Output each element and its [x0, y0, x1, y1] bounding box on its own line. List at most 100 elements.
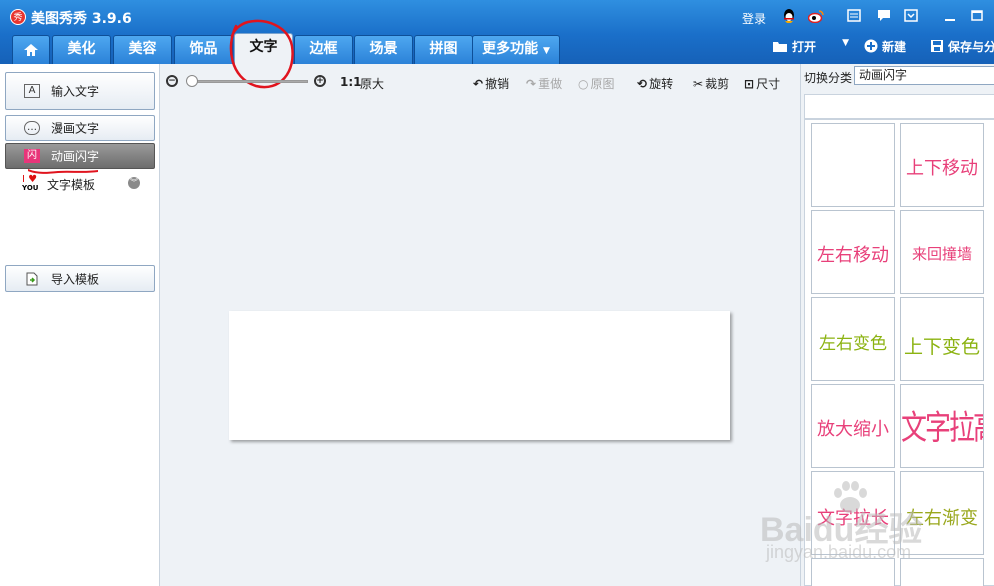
- i-love-you-icon: I ♥ YOU: [22, 174, 39, 193]
- login-link[interactable]: 登录: [742, 10, 766, 27]
- original-label: 原图: [590, 77, 615, 91]
- menu-icon[interactable]: [903, 9, 919, 26]
- tab-frame[interactable]: 边框: [294, 35, 353, 64]
- text-template-label: 文字模板: [47, 178, 96, 192]
- effect-cell-move-left-right[interactable]: 左右移动: [811, 210, 895, 294]
- effect-cell-bounce[interactable]: 来回撞墙: [900, 210, 984, 294]
- text-a-icon: A: [24, 84, 40, 98]
- tab-beauty[interactable]: 美容: [113, 35, 172, 64]
- rotate-label: 旋转: [649, 77, 674, 91]
- input-text-label: 输入文字: [51, 84, 100, 99]
- undo-button[interactable]: ↶ 撤销: [473, 75, 509, 92]
- home-icon: [23, 44, 39, 61]
- skin-icon[interactable]: [846, 9, 862, 26]
- size-label: 尺寸: [756, 77, 781, 91]
- effect-label: 上下移动: [906, 158, 978, 179]
- undo-icon: ↶: [473, 77, 484, 91]
- comic-text-label: 漫画文字: [51, 121, 100, 136]
- tab-scene[interactable]: 场景: [354, 35, 413, 64]
- flash-text-icon: 闪: [24, 149, 40, 163]
- zoom-in-icon[interactable]: +: [314, 75, 326, 87]
- effect-cell-color-up-down[interactable]: 上下变色: [900, 297, 984, 381]
- minimize-icon[interactable]: [942, 9, 958, 26]
- title-bar: 秀 美图秀秀 3.9.6 登录 美化 美容 饰品 文字 边框 场景 拼图 更多功…: [0, 0, 994, 64]
- effect-label: 上下变色: [903, 336, 980, 358]
- rotate-icon: ⟲: [637, 77, 648, 91]
- category-label: 切换分类: [804, 71, 853, 85]
- tab-label: 拼图: [429, 41, 458, 57]
- crop-button[interactable]: ✂ 裁剪: [693, 75, 729, 92]
- original-image-button[interactable]: ○ 原图: [578, 75, 615, 92]
- comic-text-button[interactable]: … 漫画文字: [5, 115, 155, 141]
- caret-down-icon: ▼: [542, 46, 550, 56]
- effect-label: 文字拉高: [901, 409, 983, 449]
- redo-label: 重做: [538, 77, 563, 91]
- new-button[interactable]: 新建: [864, 38, 906, 55]
- tab-label: 场景: [369, 41, 398, 57]
- left-panel: A 输入文字 … 漫画文字 闪 动画闪字 I ♥ YOU 文字模板 ︾ 导入模板: [0, 64, 160, 586]
- tab-label: 美容: [128, 41, 157, 57]
- qq-icon[interactable]: [781, 9, 797, 28]
- scissors-icon: ✂: [693, 77, 704, 91]
- crop-label: 裁剪: [705, 77, 730, 91]
- effect-cell-zoom[interactable]: 放大缩小: [811, 384, 895, 468]
- actual-size-ratio[interactable]: 1:1: [340, 75, 362, 89]
- save-share-label: 保存与分: [947, 40, 994, 54]
- category-strip: [804, 94, 994, 119]
- effect-label: 来回撞墙: [911, 245, 972, 263]
- import-template-label: 导入模板: [51, 272, 100, 286]
- open-label: 打开: [791, 40, 816, 54]
- text-template-item[interactable]: I ♥ YOU 文字模板 ︾: [22, 174, 142, 193]
- chevron-down-icon[interactable]: ︾: [128, 177, 140, 189]
- plus-circle-icon: [864, 39, 878, 54]
- maximize-icon[interactable]: [969, 9, 985, 26]
- watermark-url: jingyan.baidu.com: [766, 542, 912, 562]
- effect-label: 左右变色: [819, 334, 887, 354]
- tab-beautify[interactable]: 美化: [52, 35, 111, 64]
- import-template-button[interactable]: 导入模板: [5, 265, 155, 292]
- watermark: Baidu经验 jingyan.baidu.com: [760, 478, 960, 578]
- open-dropdown-icon[interactable]: ▼: [842, 38, 849, 48]
- animated-text-button[interactable]: 闪 动画闪字: [5, 143, 155, 169]
- image-canvas[interactable]: [229, 311, 730, 440]
- weibo-icon[interactable]: [807, 9, 824, 27]
- tab-label: 边框: [309, 41, 338, 57]
- rotate-button[interactable]: ⟲ 旋转: [637, 75, 673, 92]
- tab-home[interactable]: [12, 35, 50, 64]
- zoom-slider[interactable]: [190, 80, 308, 83]
- effect-cell-move-up-down[interactable]: 上下移动: [900, 123, 984, 207]
- tab-label: 美化: [67, 41, 96, 57]
- original-size-button[interactable]: 原大: [360, 75, 384, 92]
- effect-cell-stretch-tall[interactable]: 文字拉高: [900, 384, 984, 468]
- speech-bubble-icon: …: [24, 121, 40, 135]
- tab-collage[interactable]: 拼图: [414, 35, 473, 64]
- red-underline-annotation: [28, 169, 98, 174]
- import-icon: [24, 272, 40, 286]
- app-logo: 秀: [10, 9, 26, 25]
- tab-more-features[interactable]: 更多功能 ▼: [472, 35, 560, 64]
- open-button[interactable]: 打开: [772, 38, 816, 55]
- message-icon[interactable]: [876, 9, 892, 26]
- canvas-toolbar: − + 1:1 原大 ↶ 撤销 ↷ 重做 ○ 原图 ⟲ 旋转 ✂ 裁剪 ⊡ 尺寸: [160, 64, 800, 100]
- tab-label: 饰品: [189, 41, 218, 57]
- effect-label: 左右移动: [817, 245, 889, 266]
- input-text-button[interactable]: A 输入文字: [5, 72, 155, 110]
- resize-icon: ⊡: [744, 77, 755, 91]
- category-select[interactable]: 动画闪字: [854, 66, 994, 85]
- circle-icon: ○: [578, 77, 589, 91]
- save-share-button[interactable]: 保存与分: [930, 38, 994, 55]
- animated-text-label: 动画闪字: [51, 149, 100, 164]
- zoom-out-icon[interactable]: −: [166, 75, 178, 87]
- redo-icon: ↷: [526, 77, 537, 91]
- redo-button[interactable]: ↷ 重做: [526, 75, 562, 92]
- canvas-area: [160, 100, 800, 586]
- resize-button[interactable]: ⊡ 尺寸: [744, 75, 780, 92]
- tab-label: 更多功能: [482, 41, 539, 57]
- effect-cell-color-left-right[interactable]: 左右变色: [811, 297, 895, 381]
- zoom-slider-handle[interactable]: [186, 75, 198, 87]
- new-label: 新建: [881, 40, 906, 54]
- effect-label: 放大缩小: [817, 419, 889, 440]
- undo-label: 撤销: [485, 77, 510, 91]
- save-icon: [930, 39, 944, 54]
- effect-cell-blank[interactable]: [811, 123, 895, 207]
